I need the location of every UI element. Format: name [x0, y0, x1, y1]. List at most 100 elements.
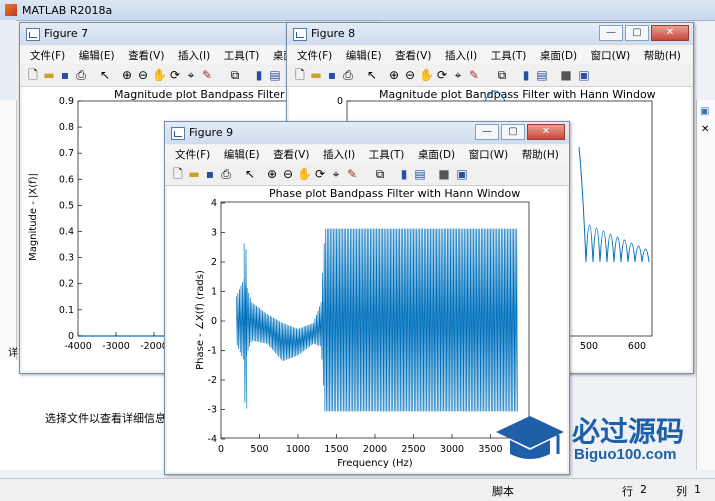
rotate-icon[interactable]: ⟳: [313, 167, 327, 181]
minimize-button[interactable]: —: [599, 25, 623, 41]
figure-icon: [293, 28, 307, 41]
menu-file[interactable]: 文件(F): [30, 46, 65, 63]
figure-9-window-buttons: — ▢ ✕: [473, 124, 565, 140]
data-cursor-icon[interactable]: ⌖: [329, 167, 343, 181]
open-icon[interactable]: ▬: [42, 68, 56, 82]
legend-icon[interactable]: ▤: [268, 68, 282, 82]
data-cursor-icon[interactable]: ⌖: [451, 68, 465, 82]
save-icon[interactable]: ▪: [58, 68, 72, 82]
menu-window[interactable]: 窗口(W): [591, 46, 631, 63]
fig9-y-tick-label: -2: [208, 375, 217, 386]
fig9-x-tick-label: 2000: [363, 444, 387, 455]
menu-edit[interactable]: 编辑(E): [224, 145, 260, 162]
data-cursor-icon[interactable]: ⌖: [184, 68, 198, 82]
fig9-x-tick-label: 500: [250, 444, 268, 455]
select-arrow-icon[interactable]: ↖: [98, 68, 112, 82]
pan-icon[interactable]: ✋: [297, 167, 312, 181]
zoom-out-icon[interactable]: ⊖: [403, 68, 417, 82]
legend-icon[interactable]: ▤: [413, 167, 427, 181]
fig9-y-tick-label: -3: [208, 405, 217, 416]
matlab-logo-icon: [5, 4, 17, 16]
details-tab[interactable]: 详: [8, 344, 18, 359]
colorbar-icon[interactable]: ▮: [397, 167, 411, 181]
menu-desktop[interactable]: 桌面(D): [540, 46, 577, 63]
brush-icon[interactable]: ✎: [467, 68, 481, 82]
maximize-button[interactable]: ▢: [501, 124, 525, 140]
zoom-out-icon[interactable]: ⊖: [136, 68, 150, 82]
menu-window[interactable]: 窗口(W): [469, 145, 509, 162]
menu-file[interactable]: 文件(F): [297, 46, 332, 63]
watermark-cn: 必过源码: [572, 415, 685, 448]
link-icon[interactable]: ⧉: [373, 167, 387, 181]
link-icon[interactable]: ⧉: [495, 68, 509, 82]
print-icon[interactable]: ⎙: [74, 68, 88, 82]
open-icon[interactable]: ▬: [309, 68, 323, 82]
maximize-button[interactable]: ▢: [625, 25, 649, 41]
colorbar-icon[interactable]: ▮: [519, 68, 533, 82]
panel-expand-icon[interactable]: ▣: [700, 106, 709, 117]
print-icon[interactable]: ⎙: [219, 167, 233, 181]
open-icon[interactable]: ▬: [187, 167, 201, 181]
menu-help[interactable]: 帮助(H): [644, 46, 681, 63]
menu-edit[interactable]: 编辑(E): [79, 46, 115, 63]
rotate-icon[interactable]: ⟳: [435, 68, 449, 82]
minimize-button[interactable]: —: [475, 124, 499, 140]
watermark-url: Biguo100.com: [574, 446, 677, 463]
menu-view[interactable]: 查看(V): [395, 46, 431, 63]
rotate-icon[interactable]: ⟳: [168, 68, 182, 82]
dock-icon[interactable]: ▣: [455, 167, 469, 181]
legend-icon[interactable]: ▤: [535, 68, 549, 82]
menu-insert[interactable]: 插入(I): [178, 46, 210, 63]
figure-9-xlabel: Frequency (Hz): [337, 458, 413, 469]
panel-close-icon[interactable]: ✕: [701, 124, 709, 135]
link-icon[interactable]: ⧉: [228, 68, 242, 82]
brush-icon[interactable]: ✎: [345, 167, 359, 181]
menu-insert[interactable]: 插入(I): [445, 46, 477, 63]
brush-icon[interactable]: ✎: [200, 68, 214, 82]
status-col-value: 1: [694, 483, 701, 496]
figure-8-menubar: 文件(F) 编辑(E) 查看(V) 插入(I) 工具(T) 桌面(D) 窗口(W…: [287, 46, 693, 64]
fig7-y-tick-label: 0.1: [59, 305, 74, 316]
status-row-label: 行: [622, 485, 633, 498]
status-row-value: 2: [640, 483, 647, 496]
new-figure-icon[interactable]: 🗋: [171, 167, 185, 181]
pan-icon[interactable]: ✋: [419, 68, 434, 82]
pan-icon[interactable]: ✋: [152, 68, 167, 82]
save-icon[interactable]: ▪: [325, 68, 339, 82]
app-title: MATLAB R2018a: [22, 4, 113, 17]
menu-view[interactable]: 查看(V): [128, 46, 164, 63]
zoom-out-icon[interactable]: ⊖: [281, 167, 295, 181]
menu-tools[interactable]: 工具(T): [224, 46, 260, 63]
hide-tools-icon[interactable]: ■: [559, 68, 573, 82]
new-figure-icon[interactable]: 🗋: [26, 68, 40, 82]
fig7-y-tick-label: 0.4: [59, 227, 74, 238]
menu-help[interactable]: 帮助(H): [522, 145, 559, 162]
menu-desktop[interactable]: 桌面(D): [418, 145, 455, 162]
close-button[interactable]: ✕: [527, 124, 565, 140]
colorbar-icon[interactable]: ▮: [252, 68, 266, 82]
details-hint-text: 选择文件以查看详细信息: [45, 412, 166, 425]
menu-edit[interactable]: 编辑(E): [346, 46, 382, 63]
new-figure-icon[interactable]: 🗋: [293, 68, 307, 82]
fig7-y-tick-label: 0.7: [59, 148, 74, 159]
fig7-y-tick-label: 0.8: [59, 122, 74, 133]
zoom-in-icon[interactable]: ⊕: [120, 68, 134, 82]
select-arrow-icon[interactable]: ↖: [243, 167, 257, 181]
menu-tools[interactable]: 工具(T): [369, 145, 405, 162]
hide-tools-icon[interactable]: ■: [437, 167, 451, 181]
fig9-y-tick-label: -4: [208, 434, 217, 445]
dock-icon[interactable]: ▣: [577, 68, 591, 82]
zoom-in-icon[interactable]: ⊕: [265, 167, 279, 181]
figure-9-toolbar: 🗋 ▬ ▪ ⎙ ↖ ⊕ ⊖ ✋ ⟳ ⌖ ✎ ⧉ ▮ ▤ ■ ▣: [165, 163, 569, 186]
menu-insert[interactable]: 插入(I): [323, 145, 355, 162]
zoom-in-icon[interactable]: ⊕: [387, 68, 401, 82]
menu-tools[interactable]: 工具(T): [491, 46, 527, 63]
menu-file[interactable]: 文件(F): [175, 145, 210, 162]
select-arrow-icon[interactable]: ↖: [365, 68, 379, 82]
menu-view[interactable]: 查看(V): [273, 145, 309, 162]
save-icon[interactable]: ▪: [203, 167, 217, 181]
print-icon[interactable]: ⎙: [341, 68, 355, 82]
fig7-x-tick-label: -4000: [64, 341, 92, 352]
close-button[interactable]: ✕: [651, 25, 689, 41]
figure-7-ylabel: Magnitude - |X(f)|: [28, 173, 39, 261]
